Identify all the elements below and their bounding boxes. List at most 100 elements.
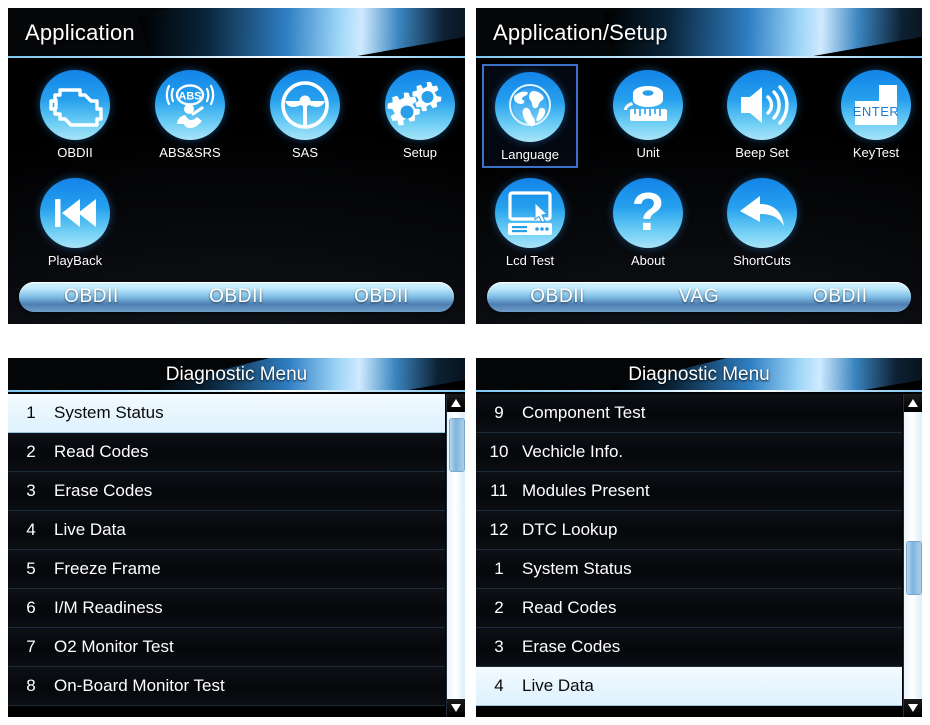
steering-wheel-icon [270,70,340,140]
function-bar: OBDII OBDII OBDII [19,282,454,312]
setup-icon-about[interactable]: ? About [600,178,696,268]
row-label: Erase Codes [522,637,621,656]
function-key-3[interactable]: OBDII [309,286,454,308]
table-row[interactable]: 1 System Status [476,550,902,589]
table-row[interactable]: 1 System Status [8,394,445,433]
diagnostic-list-page2: 9 Component Test 10 Vechicle Info. 11 Mo… [476,394,922,717]
row-label: On-Board Monitor Test [54,676,225,695]
panel-diagnostic-menu-page2: Diagnostic Menu 9 Component Test 10 Vech… [476,358,922,717]
app-icon-playback[interactable]: PlayBack [27,178,123,268]
setup-icon-label: Language [501,147,559,162]
row-number: 6 [26,598,36,617]
rewind-icon [40,178,110,248]
row-number: 2 [494,598,504,617]
setup-icon-unit[interactable]: Unit [600,70,696,160]
row-number: 12 [489,520,509,539]
panel-diagnostic-menu-page1: Diagnostic Menu 1 System Status 2 Read C… [8,358,465,717]
table-row[interactable]: 4 Live Data [8,511,445,550]
list-rows-container: 9 Component Test 10 Vechicle Info. 11 Mo… [476,394,902,717]
titlebar-hairline [8,390,465,392]
table-row[interactable]: 2 Read Codes [476,589,902,628]
table-row[interactable]: 12 DTC Lookup [476,511,902,550]
triangle-up-icon [908,399,918,407]
row-number: 5 [26,559,36,578]
setup-icon-language[interactable]: Language [482,64,578,168]
row-label: O2 Monitor Test [54,637,174,656]
setup-icon-label: About [631,253,665,268]
table-row[interactable]: 3 Erase Codes [8,472,445,511]
table-row[interactable]: 7 O2 Monitor Test [8,628,445,667]
table-row[interactable]: 4 Live Data [476,667,902,706]
scroll-up-button[interactable] [904,394,922,412]
panel-application-setup: Application/Setup Language Unit Beep Set… [476,8,922,324]
monitor-cursor-icon [495,178,565,248]
page-title: Diagnostic Menu [165,364,308,385]
table-row[interactable]: 3 Erase Codes [476,628,902,667]
triangle-down-icon [451,704,461,712]
diagnostic-titlebar: Diagnostic Menu [476,358,922,392]
scrollbar-thumb[interactable] [906,541,922,595]
row-label: I/M Readiness [54,598,163,617]
app-icon-abs-srs[interactable]: ABS ABS&SRS [142,70,238,160]
table-row[interactable]: 11 Modules Present [476,472,902,511]
function-key-2[interactable]: VAG [628,286,769,308]
app-icon-label: PlayBack [47,253,103,268]
application-titlebar: Application [8,8,465,58]
speaker-icon [727,70,797,140]
function-key-2[interactable]: OBDII [164,286,309,308]
svg-text:ENTER: ENTER [853,104,900,119]
row-label: Erase Codes [54,481,153,500]
svg-text:?: ? [632,182,665,242]
app-icon-label: Setup [403,145,437,160]
table-row[interactable]: 6 I/M Readiness [8,589,445,628]
page-title: Application [25,20,135,45]
scroll-down-button[interactable] [904,699,922,717]
setup-icon-label: ShortCuts [733,253,791,268]
titlebar-hairline [8,56,465,58]
row-label: Read Codes [522,598,617,617]
table-row[interactable]: 9 Component Test [476,394,902,433]
setup-icon-label: KeyTest [852,145,900,160]
row-label: DTC Lookup [522,520,618,539]
row-number: 4 [494,676,504,695]
app-icon-setup[interactable]: Setup [372,70,465,160]
row-number: 4 [26,520,36,539]
table-row[interactable]: 8 On-Board Monitor Test [8,667,445,706]
table-row[interactable]: 5 Freeze Frame [8,550,445,589]
scroll-up-button[interactable] [447,394,465,412]
setup-icon-keytest[interactable]: ENTER KeyTest [828,70,922,160]
setup-icon-lcd-test[interactable]: Lcd Test [482,178,578,268]
abs-srs-icon: ABS [155,70,225,140]
page-title: Diagnostic Menu [628,364,770,385]
scroll-down-button[interactable] [447,699,465,717]
question-mark-icon: ? [613,178,683,248]
page-title: Application/Setup [493,20,668,45]
row-label: Live Data [54,520,126,539]
row-label: Vechicle Info. [522,442,624,461]
row-label: Live Data [522,676,594,695]
table-row[interactable]: 2 Read Codes [8,433,445,472]
setup-icon-beep-set[interactable]: Beep Set [714,70,810,160]
scrollbar[interactable] [446,394,465,717]
row-number: 1 [494,559,504,578]
list-rows-container: 1 System Status 2 Read Codes 3 Erase Cod… [8,394,445,717]
triangle-down-icon [908,704,918,712]
setup-icon-shortcuts[interactable]: ShortCuts [714,178,810,268]
table-row[interactable]: 10 Vechicle Info. [476,433,902,472]
app-icon-obdii[interactable]: OBDII [27,70,123,160]
function-key-3[interactable]: OBDII [770,286,911,308]
function-bar: OBDII VAG OBDII [487,282,911,312]
row-number: 3 [26,481,36,500]
setup-icon-label: Lcd Test [505,253,555,268]
scrollbar-thumb[interactable] [449,418,465,473]
row-number: 9 [494,403,504,422]
scrollbar[interactable] [903,394,922,717]
function-key-1[interactable]: OBDII [487,286,628,308]
titlebar-swoosh-mask [105,29,465,58]
gears-icon [385,70,455,140]
application-icon-grid: OBDII ABS ABS&SRS SAS Setup PlayBack OBD… [8,60,465,324]
diagnostic-list-page1: 1 System Status 2 Read Codes 3 Erase Cod… [8,394,465,717]
row-number: 7 [26,637,36,656]
function-key-1[interactable]: OBDII [19,286,164,308]
app-icon-sas[interactable]: SAS [257,70,353,160]
